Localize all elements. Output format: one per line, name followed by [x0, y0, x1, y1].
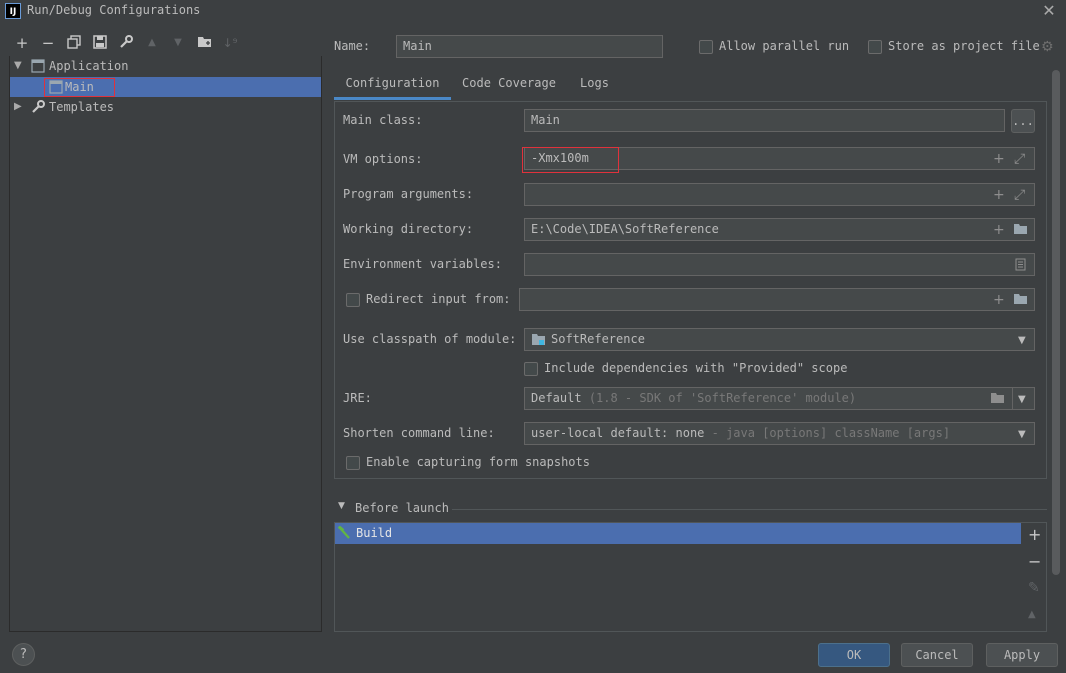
expand-plus-icon[interactable]: + — [993, 151, 1005, 167]
classpath-label: Use classpath of module: — [343, 332, 517, 346]
highlight-box — [44, 78, 115, 97]
name-input[interactable]: Main — [396, 35, 663, 58]
env-vars-label: Environment variables: — [343, 257, 502, 271]
working-dir-label: Working directory: — [343, 222, 474, 236]
jre-hint: (1.8 - SDK of 'SoftReference' module) — [588, 391, 857, 405]
tree-item-application[interactable]: ▼ Application — [10, 56, 321, 76]
collapse-arrow-icon[interactable]: ▶ — [14, 97, 24, 117]
document-icon[interactable] — [1015, 258, 1026, 275]
expand-plus-icon[interactable]: + — [993, 187, 1005, 203]
redirect-input-checkbox[interactable] — [346, 293, 360, 307]
divider — [452, 509, 1047, 510]
shorten-hint: - java [options] className [args] — [711, 426, 951, 440]
remove-icon[interactable]: − — [40, 35, 56, 51]
jre-label: JRE: — [343, 391, 372, 405]
save-icon[interactable] — [92, 35, 108, 51]
remove-icon[interactable]: − — [1028, 554, 1041, 570]
allow-parallel-label: Allow parallel run — [719, 39, 850, 53]
expand-arrow-icon[interactable]: ▼ — [14, 56, 24, 76]
vm-options-label: VM options: — [343, 152, 423, 166]
shorten-value: user-local default: none — [531, 426, 705, 440]
chevron-down-icon[interactable]: ▼ — [1018, 429, 1026, 440]
jre-select[interactable]: Default (1.8 - SDK of 'SoftReference' mo… — [524, 387, 1013, 410]
build-hammer-icon — [337, 525, 351, 543]
env-vars-input[interactable] — [524, 253, 1035, 276]
folder-icon[interactable] — [1013, 293, 1028, 309]
tab-code-coverage[interactable]: Code Coverage — [458, 68, 560, 100]
move-up-icon[interactable]: ▲ — [144, 35, 160, 51]
tab-logs[interactable]: Logs — [572, 68, 617, 100]
shorten-select[interactable]: user-local default: none - java [options… — [524, 422, 1035, 445]
pencil-icon[interactable]: ✎ — [1028, 580, 1040, 596]
tab-configuration[interactable]: Configuration — [334, 68, 451, 100]
jre-value: Default — [531, 391, 582, 405]
window-title: Run/Debug Configurations — [27, 3, 201, 17]
shorten-label: Shorten command line: — [343, 426, 495, 440]
move-down-icon[interactable]: ▼ — [170, 35, 186, 51]
close-icon[interactable]: ✕ — [1041, 1, 1057, 20]
module-folder-icon — [531, 333, 546, 349]
sort-icon[interactable]: ↓⁹ — [222, 35, 238, 51]
gear-icon[interactable]: ⚙ — [1041, 39, 1054, 55]
main-class-label: Main class: — [343, 113, 423, 127]
expand-plus-icon[interactable]: + — [993, 222, 1005, 238]
intellij-logo-icon: IJ — [5, 3, 21, 19]
configuration-tree: ▼ Application Main ▶ Templates — [9, 56, 322, 632]
tree-item-templates[interactable]: ▶ Templates — [10, 97, 321, 117]
apply-button[interactable]: Apply — [986, 643, 1058, 667]
before-launch-arrow-icon[interactable]: ▼ — [338, 501, 345, 511]
working-dir-input[interactable]: E:\Code\IDEA\SoftReference — [524, 218, 1035, 241]
add-icon[interactable]: + — [14, 35, 30, 51]
allow-parallel-checkbox[interactable] — [699, 40, 713, 54]
folder-icon[interactable] — [990, 392, 1005, 408]
highlight-box — [522, 147, 619, 173]
build-label: Build — [356, 526, 393, 540]
store-as-file-label: Store as project file — [888, 39, 1040, 53]
ok-button[interactable]: OK — [818, 643, 890, 667]
program-args-label: Program arguments: — [343, 187, 474, 201]
before-launch-title: Before launch — [355, 501, 449, 515]
include-deps-checkbox[interactable] — [524, 362, 538, 376]
tree-label-application: Application — [49, 59, 129, 73]
list-item[interactable] — [335, 523, 1021, 544]
browse-button[interactable]: ... — [1011, 109, 1035, 133]
capture-snapshots-checkbox[interactable] — [346, 456, 360, 470]
redirect-input-label: Redirect input from: — [366, 292, 511, 306]
include-deps-label: Include dependencies with "Provided" sco… — [544, 361, 848, 375]
maximize-icon[interactable]: ⤢ — [1014, 151, 1025, 167]
add-icon[interactable]: + — [1028, 527, 1041, 543]
scrollbar[interactable] — [1052, 70, 1060, 575]
help-button[interactable]: ? — [12, 643, 35, 666]
move-up-icon[interactable]: ▲ — [1028, 607, 1036, 623]
redirect-input-field[interactable] — [519, 288, 1035, 311]
application-icon — [31, 59, 45, 79]
name-label: Name: — [334, 39, 371, 53]
new-folder-icon[interactable] — [196, 35, 212, 51]
copy-icon[interactable] — [66, 35, 82, 51]
wrench-icon — [31, 100, 45, 120]
main-class-input[interactable]: Main — [524, 109, 1005, 132]
chevron-down-icon[interactable]: ▼ — [1018, 394, 1026, 405]
program-args-input[interactable] — [524, 183, 1035, 206]
tree-label-templates: Templates — [49, 100, 115, 114]
capture-snapshots-label: Enable capturing form snapshots — [366, 455, 590, 469]
maximize-icon[interactable]: ⤢ — [1014, 187, 1025, 203]
expand-plus-icon[interactable]: + — [993, 292, 1005, 308]
classpath-select[interactable]: SoftReference — [524, 328, 1035, 351]
cancel-button[interactable]: Cancel — [901, 643, 973, 667]
folder-icon[interactable] — [1013, 223, 1028, 239]
store-as-file-checkbox[interactable] — [868, 40, 882, 54]
wrench-icon[interactable] — [118, 35, 134, 51]
chevron-down-icon[interactable]: ▼ — [1018, 335, 1026, 346]
